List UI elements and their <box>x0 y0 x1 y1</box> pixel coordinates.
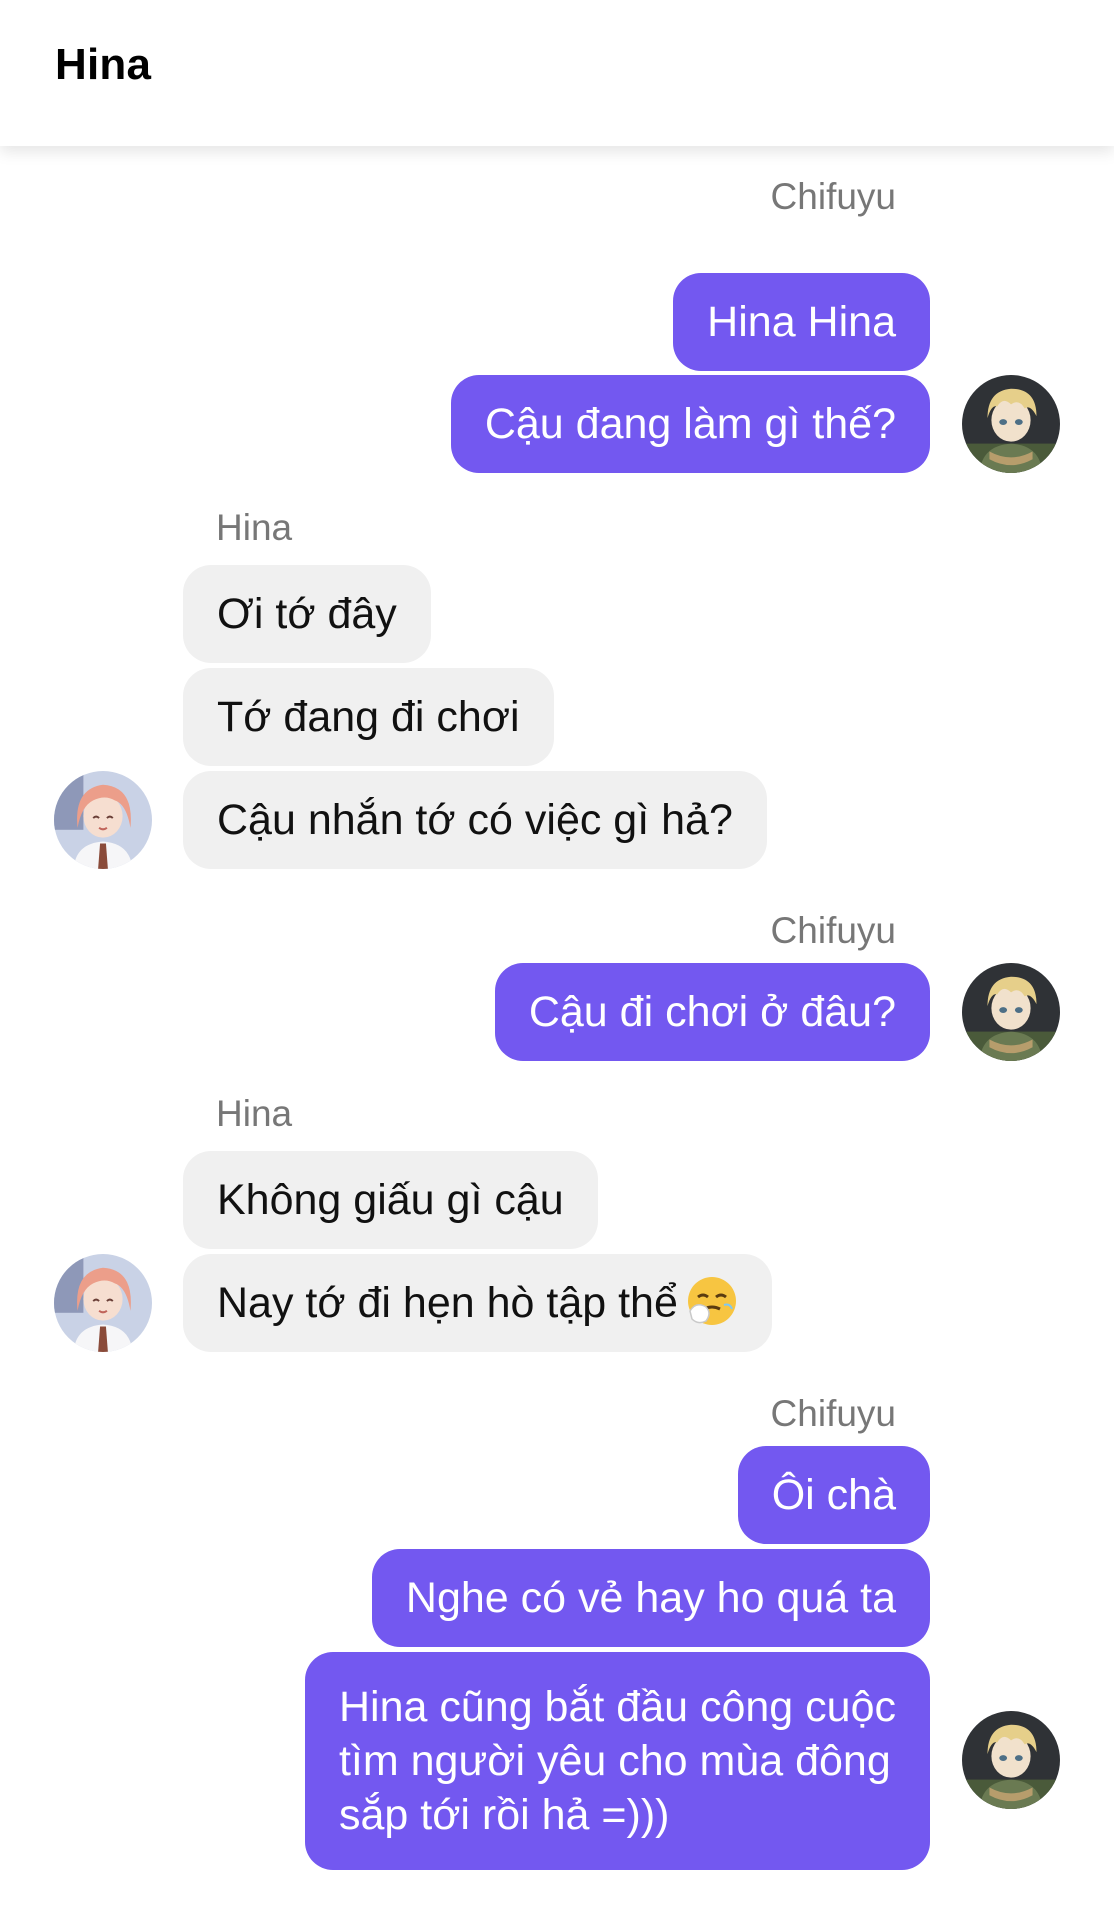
chifuyu-avatar-image <box>962 1711 1060 1809</box>
sender-name: Chifuyu <box>770 1393 896 1434</box>
message-bubble-outgoing[interactable]: Hina Hina <box>673 273 930 371</box>
message-thread[interactable]: Chifuyu Hina Hina Cậu đang làm gì thế? H… <box>0 146 1114 1920</box>
message-text: Nay tớ đi hẹn hò tập thể <box>217 1279 678 1327</box>
message-bubble-incoming[interactable]: Ơi tớ đây <box>183 565 431 663</box>
hina-avatar-image <box>54 1254 152 1352</box>
message-line: Hina cũng bắt đầu công cuộc <box>338 1683 896 1731</box>
message-bubble-outgoing[interactable]: Hina cũng bắt đầu công cuộc tìm người yê… <box>304 1652 930 1870</box>
message-bubble-outgoing[interactable]: Cậu đi chơi ở đâu? <box>494 963 930 1061</box>
sender-name: Chifuyu <box>770 176 896 217</box>
message-bubble-incoming[interactable]: Cậu nhắn tớ có việc gì hả? <box>183 771 767 869</box>
hina-avatar[interactable] <box>54 771 152 869</box>
message-line: tìm người yêu cho mùa đông <box>338 1737 891 1785</box>
chat-title: Hina <box>55 40 152 89</box>
message-line: sắp tới rồi hả =))) <box>338 1791 670 1839</box>
sender-name: Chifuyu <box>770 910 896 951</box>
sender-name: Hina <box>216 1093 293 1134</box>
message-bubble-outgoing[interactable]: Ôi chà <box>737 1446 930 1544</box>
sneezing-face-emoji <box>686 1264 738 1325</box>
chifuyu-avatar-image <box>962 963 1060 1061</box>
chifuyu-avatar-image <box>962 375 1060 473</box>
chifuyu-avatar[interactable] <box>962 963 1060 1061</box>
message-bubble-incoming[interactable]: Nay tớ đi hẹn hò tập thể <box>183 1254 772 1352</box>
chat-header: Hina <box>0 0 1114 146</box>
hina-avatar[interactable] <box>54 1254 152 1352</box>
message-bubble-outgoing[interactable]: Cậu đang làm gì thế? <box>450 375 930 473</box>
sender-name: Hina <box>216 507 293 548</box>
hina-avatar-image <box>54 771 152 869</box>
message-bubble-incoming[interactable]: Tớ đang đi chơi <box>183 668 554 766</box>
message-bubble-outgoing[interactable]: Nghe có vẻ hay ho quá ta <box>371 1549 930 1647</box>
chifuyu-avatar[interactable] <box>962 1711 1060 1809</box>
message-bubble-incoming[interactable]: Không giấu gì cậu <box>183 1151 598 1249</box>
chifuyu-avatar[interactable] <box>962 375 1060 473</box>
